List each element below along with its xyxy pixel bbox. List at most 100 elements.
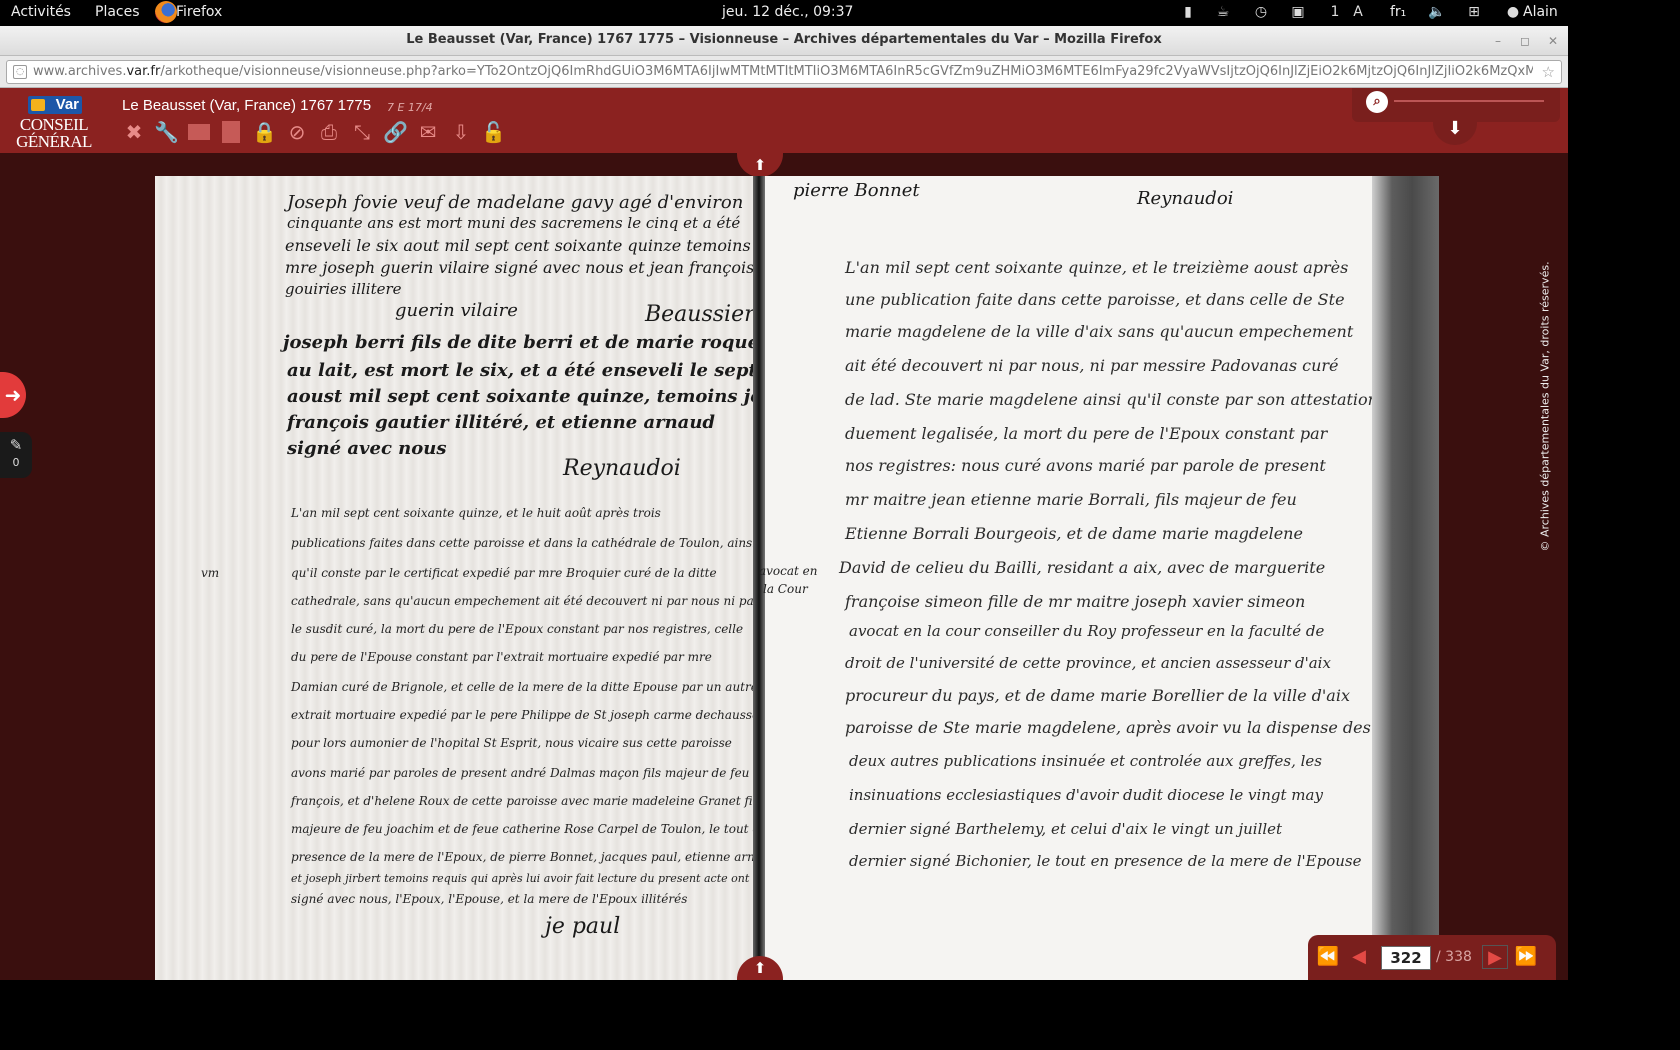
maximize-icon[interactable]: ◻ <box>1516 32 1534 50</box>
wrench-icon[interactable]: 🔧 <box>154 120 179 144</box>
text-line: avons marié par paroles de present andré… <box>291 766 750 780</box>
resize-icon[interactable]: ⤡ <box>350 120 374 144</box>
register-scan[interactable]: Joseph fovie veuf de madelane gavy agé d… <box>155 176 1439 980</box>
signature-mark: Beaussiere <box>645 302 768 327</box>
text-line: au lait, est mort le six, et a été ensev… <box>287 360 757 381</box>
window-title: Le Beausset (Var, France) 1767 1775 – Vi… <box>406 32 1162 47</box>
next-page-icon[interactable]: ▶ <box>1482 945 1508 969</box>
signature: Reynaudoi <box>1137 188 1234 209</box>
double-page-icon[interactable] <box>222 121 240 143</box>
minimize-icon[interactable]: – <box>1489 32 1507 50</box>
text-line: avocat en la cour conseiller du Roy prof… <box>849 622 1325 640</box>
margin-note: la Cour <box>763 582 808 596</box>
workspace-a-icon[interactable]: A <box>1350 4 1366 20</box>
places-menu[interactable]: Places <box>95 4 140 20</box>
lock-icon[interactable]: 🔒 <box>252 120 277 144</box>
network-icon[interactable]: ⊞ <box>1466 4 1482 20</box>
activities-button[interactable]: Activités <box>11 4 71 20</box>
page-total: / 338 <box>1436 949 1472 965</box>
text-line: droit de l'université de cette province,… <box>845 654 1331 672</box>
text-line: Joseph fovie veuf de madelane gavy agé d… <box>287 192 744 213</box>
text-line: nos registres: nous curé avons marié par… <box>845 456 1326 475</box>
text-line: mr maitre jean etienne marie Borrali, fi… <box>845 490 1297 509</box>
text-line: du pere de l'Epouse constant par l'extra… <box>291 650 712 664</box>
zoom-slider[interactable] <box>1394 100 1544 102</box>
close-window-icon[interactable]: ✕ <box>1544 32 1562 50</box>
document-title: Le Beausset (Var, France) 1767 1775 <box>122 97 372 114</box>
text-line: extrait mortuaire expedié par le pere Ph… <box>291 708 760 722</box>
signature: pierre Bonnet <box>793 180 920 201</box>
user-icon[interactable]: ● <box>1505 4 1521 20</box>
text-line: aoust mil sept cent soixante quinze, tem… <box>287 386 787 407</box>
site-identity-icon[interactable]: ◌ <box>13 65 27 79</box>
text-line: de lad. Ste marie magdelene ainsi qu'il … <box>845 390 1378 409</box>
search-icon[interactable]: ⌕ <box>1366 91 1388 113</box>
text-line: dernier signé Barthelemy, et celui d'aix… <box>849 820 1283 838</box>
viewer-header: Var Conseil Général Le Beausset (Var, Fr… <box>0 88 1568 153</box>
print-icon[interactable]: ⎙ <box>317 120 341 144</box>
keyboard-layout[interactable]: fr₁ <box>1390 4 1406 20</box>
battery-icon[interactable]: ▮ <box>1180 4 1196 20</box>
text-line: Damian curé de Brignole, et celle de la … <box>291 680 758 694</box>
conseil-general-logo[interactable]: Var Conseil Général <box>12 96 96 151</box>
url-text[interactable]: www.archives.var.fr/arkotheque/visionneu… <box>33 64 1533 79</box>
copyright-watermark: © Archives départementales du Var, droit… <box>1538 261 1552 552</box>
page-navigator: ⏪ ◀ / 338 ▶ ⏩ <box>1308 935 1556 980</box>
text-line: procureur du pays, et de dame marie Bore… <box>845 686 1350 705</box>
register-edge <box>1372 176 1439 980</box>
previous-page-icon[interactable]: ◀ <box>1346 945 1372 969</box>
url-bar[interactable]: ◌ www.archives.var.fr/arkotheque/visionn… <box>6 60 1562 84</box>
link-icon[interactable]: 🔗 <box>383 120 408 144</box>
text-line: cinquante ans est mort muni des sacremen… <box>287 214 741 232</box>
download-icon[interactable]: ⇩ <box>449 120 473 144</box>
margin-note: vm <box>201 566 220 580</box>
text-line: signé avec nous, l'Epoux, l'Epouse, et l… <box>291 892 688 906</box>
mail-icon[interactable]: ✉ <box>416 120 440 144</box>
signature: Reynaudoi <box>563 456 681 481</box>
text-line: paroisse de Ste marie magdelene, après a… <box>845 718 1371 737</box>
left-page: Joseph fovie veuf de madelane gavy agé d… <box>155 176 786 980</box>
image-stage: ⬆ Joseph fovie veuf de madelane gavy agé… <box>0 153 1568 980</box>
user-menu[interactable]: Alain <box>1523 4 1558 20</box>
single-page-icon[interactable] <box>188 124 210 140</box>
text-line: et joseph jirbert temoins requis qui apr… <box>291 872 750 885</box>
last-page-icon[interactable]: ⏩ <box>1513 945 1539 969</box>
text-line: françois gautier illitéré, et etienne ar… <box>287 412 716 433</box>
document-reference: 7 E 17/4 <box>387 101 433 114</box>
text-line: françois, et d'helene Roux de cette paro… <box>291 794 768 808</box>
bookmark-star-icon[interactable]: ☆ <box>1542 63 1555 81</box>
clock-icon[interactable]: ◷ <box>1253 4 1269 20</box>
right-page: pierre Bonnet Reynaudoi avocat en la Cou… <box>759 176 1378 980</box>
text-line: David de celieu du Bailli, residant a ai… <box>839 558 1326 577</box>
text-line: publications faites dans cette paroisse … <box>291 536 757 550</box>
collapse-header-button[interactable]: ⬆ <box>737 153 783 177</box>
text-line: mre joseph guerin vilaire signé avec nou… <box>285 258 755 277</box>
text-line: le susdit curé, la mort du pere de l'Epo… <box>291 622 744 636</box>
volume-icon[interactable]: 🔈 <box>1428 4 1445 20</box>
app-menu[interactable]: Firefox <box>176 4 222 20</box>
text-line: duement legalisée, la mort du pere de l'… <box>845 424 1328 443</box>
text-line: enseveli le six aout mil sept cent soixa… <box>285 236 751 255</box>
firefox-icon <box>155 1 177 23</box>
annotation-button[interactable]: ✎ 0 <box>0 432 32 478</box>
signature: guerin vilaire <box>395 300 518 321</box>
page-number-input[interactable] <box>1381 946 1431 970</box>
clock[interactable]: jeu. 12 déc., 09:37 <box>722 4 853 20</box>
text-line: L'an mil sept cent soixante quinze, et l… <box>291 506 661 520</box>
window-title-bar[interactable]: Le Beausset (Var, France) 1767 1775 – Vi… <box>0 26 1568 56</box>
workspace-1-icon[interactable]: 1 <box>1327 4 1343 20</box>
first-page-icon[interactable]: ⏪ <box>1315 945 1341 969</box>
forbidden-icon[interactable]: ⊘ <box>285 120 309 144</box>
cup-icon[interactable]: ☕ <box>1215 4 1231 20</box>
annotation-count: 0 <box>12 456 20 469</box>
text-line: qu'il conste par le certificat expedié p… <box>291 566 717 580</box>
drive-icon[interactable]: ▣ <box>1290 4 1306 20</box>
text-line: pour lors aumonier de l'hopital St Espri… <box>291 736 732 750</box>
close-icon[interactable]: ✖ <box>122 120 146 144</box>
text-line: dernier signé Bichonier, le tout en pres… <box>849 852 1362 870</box>
text-line: signé avec nous <box>287 438 447 459</box>
text-line: Etienne Borrali Bourgeois, et de dame ma… <box>845 524 1303 543</box>
unlock-icon[interactable]: 🔓 <box>481 120 506 144</box>
text-line: deux autres publications insinuée et con… <box>849 752 1322 770</box>
text-line: gouiries illitere <box>285 280 402 298</box>
